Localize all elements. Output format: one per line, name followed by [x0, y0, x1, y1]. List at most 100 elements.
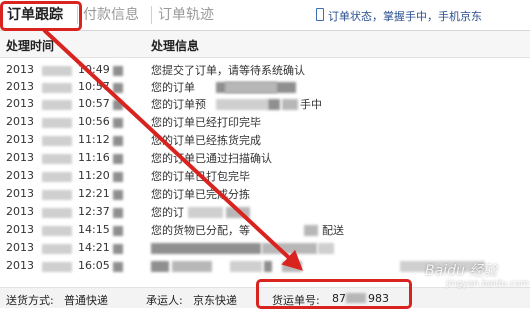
redacted-text	[151, 243, 261, 254]
row-time: 10:57	[78, 80, 110, 93]
redacted-seconds	[113, 66, 123, 76]
redacted-date-part	[42, 136, 72, 146]
row-time: 14:21	[78, 241, 110, 254]
row-date: 2013	[6, 97, 34, 110]
row-date: 2013	[6, 169, 34, 182]
table-row: 2013 10:57 您的订单	[0, 79, 530, 96]
redacted-date-part	[42, 208, 72, 218]
redacted-date-part	[42, 244, 72, 254]
watermark-url-text: jingyan.baidu.com	[446, 279, 530, 289]
carrier-value: 京东快递	[193, 294, 237, 307]
redacted-date-part	[42, 66, 72, 76]
row-info: 您的订	[151, 206, 184, 219]
row-info-tail: 配送	[322, 224, 344, 237]
tab-order-trajectory[interactable]: 订单轨迹	[158, 3, 214, 27]
row-date: 2013	[6, 133, 34, 146]
redacted-date-part	[42, 226, 72, 236]
redacted-text	[262, 243, 317, 254]
redacted-seconds	[113, 154, 123, 164]
redacted-seconds	[113, 136, 123, 146]
baidu-watermark: Baidu 经验	[425, 260, 497, 280]
row-date: 2013	[6, 187, 34, 200]
redacted-seconds	[113, 172, 123, 182]
redacted-text	[151, 261, 169, 272]
row-time: 11:20	[78, 169, 110, 182]
shipping-method-label: 送货方式:	[6, 294, 54, 307]
row-date: 2013	[6, 63, 34, 76]
row-info-tail: 手中	[300, 98, 322, 111]
row-info: 您的订单已经拣货完成	[151, 134, 261, 147]
row-info: 您的订单已经打印完毕	[151, 116, 261, 129]
row-date: 2013	[6, 151, 34, 164]
row-time: 11:16	[78, 151, 110, 164]
redacted-date-part	[42, 190, 72, 200]
row-date: 2013	[6, 241, 34, 254]
redacted-seconds	[113, 118, 123, 128]
redacted-text	[226, 207, 250, 218]
row-time: 16:05	[78, 259, 110, 272]
row-date: 2013	[6, 205, 34, 218]
redacted-seconds	[113, 83, 123, 93]
tab-divider	[151, 6, 152, 24]
row-date: 2013	[6, 223, 34, 236]
row-date: 2013	[6, 115, 34, 128]
redacted-text	[268, 99, 280, 110]
promo-text: 订单状态，掌握手中，手机京东	[328, 10, 482, 23]
redacted-text	[225, 82, 277, 93]
redacted-text	[304, 225, 318, 236]
redacted-seconds	[113, 226, 123, 236]
table-row: 2013 11:20 您的订单已打包完毕	[0, 168, 530, 185]
redacted-text	[264, 261, 272, 272]
row-date: 2013	[6, 259, 34, 272]
redacted-text	[282, 99, 298, 110]
table-row: 2013 11:12 您的订单已经拣货完成	[0, 132, 530, 149]
table-row: 2013 12:21 您的订单已完成分拣	[0, 186, 530, 203]
annotation-box-tab	[0, 1, 82, 31]
row-info: 您的订单已打包完毕	[151, 170, 250, 183]
row-info: 您的订单已通过扫描确认	[151, 152, 272, 165]
baidu-watermark-url: jingyan.baidu.com	[446, 279, 529, 289]
table-row: 2013 10:49 您提交了订单，请等待系统确认	[0, 62, 530, 79]
row-time: 10:57	[78, 97, 110, 110]
table-row: 2013 10:56 您的订单已经打印完毕	[0, 114, 530, 131]
mobile-phone-icon	[316, 8, 324, 21]
redacted-seconds	[113, 190, 123, 200]
redacted-text	[216, 99, 268, 110]
redacted-seconds	[113, 100, 123, 110]
row-info: 您的订单	[151, 81, 195, 94]
row-info: 您的货物已分配，等	[151, 224, 250, 237]
annotation-box-waybill	[256, 279, 412, 309]
watermark-text: Baidu 经验	[425, 263, 498, 279]
tab-payment-info[interactable]: 付款信息	[83, 3, 139, 27]
redacted-text	[230, 261, 262, 272]
table-row: 2013 11:16 您的订单已通过扫描确认	[0, 150, 530, 167]
row-info: 您提交了订单，请等待系统确认	[151, 64, 305, 77]
redacted-date-part	[42, 83, 72, 93]
table-header: 处理时间 处理信息	[0, 31, 530, 58]
carrier-label: 承运人:	[146, 294, 183, 307]
redacted-date-part	[42, 118, 72, 128]
row-time: 10:49	[78, 63, 110, 76]
redacted-seconds	[113, 262, 123, 272]
row-time: 14:15	[78, 223, 110, 236]
redacted-date-part	[42, 100, 72, 110]
row-info: 您的订单预	[151, 98, 206, 111]
redacted-text	[188, 207, 223, 218]
shipping-method-value: 普通快递	[64, 294, 108, 307]
redacted-date-part	[42, 262, 72, 272]
redacted-text	[172, 261, 212, 272]
row-time: 10:56	[78, 115, 110, 128]
redacted-date-part	[42, 172, 72, 182]
column-header-info: 处理信息	[151, 39, 200, 53]
table-row: 2013 10:57 您的订单预 手中	[0, 96, 530, 113]
redacted-date-part	[42, 154, 72, 164]
column-header-time: 处理时间	[6, 39, 55, 53]
table-row: 2013 14:15 您的货物已分配，等 配送	[0, 222, 530, 239]
redacted-seconds	[113, 208, 123, 218]
redacted-seconds	[113, 244, 123, 254]
mobile-promo[interactable]: 订单状态，掌握手中，手机京东	[316, 8, 482, 24]
row-time: 11:12	[78, 133, 110, 146]
row-time: 12:21	[78, 187, 110, 200]
redacted-text	[282, 261, 302, 272]
table-row: 2013 12:37 您的订	[0, 204, 530, 221]
